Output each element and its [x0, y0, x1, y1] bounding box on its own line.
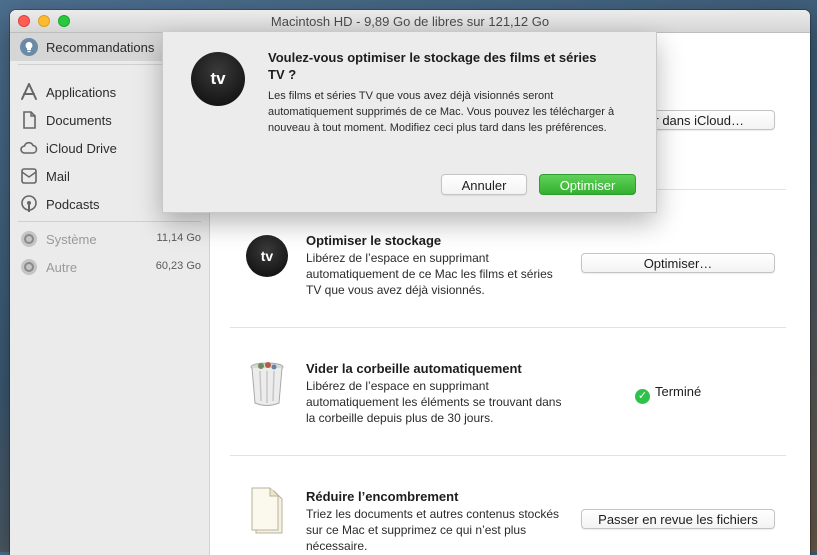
trash-icon — [246, 361, 288, 406]
apple-tv-icon: tv — [191, 52, 245, 106]
podcast-icon — [19, 194, 39, 214]
section-divider — [230, 455, 786, 456]
gear-icon — [19, 257, 39, 277]
review-files-button[interactable]: Passer en revue les fichiers — [581, 509, 775, 529]
document-stack-icon — [248, 487, 290, 534]
sidebar-divider — [18, 221, 201, 222]
section-divider — [230, 327, 786, 328]
optimize-dialog: tv Voulez-vous optimiser le stockage des… — [162, 32, 657, 213]
dialog-title: Voulez-vous optimiser le stockage des fi… — [268, 50, 597, 82]
confirm-optimize-button[interactable]: Optimiser — [539, 174, 636, 195]
clutter-title: Réduire l’encombrement — [306, 489, 459, 504]
trash-description: Libérez de l’espace en supprimant automa… — [306, 379, 562, 425]
optimize-button[interactable]: Optimiser… — [581, 253, 775, 273]
trash-title: Vider la corbeille automatiquement — [306, 361, 522, 376]
lightbulb-icon — [19, 37, 39, 57]
optimize-description: Libérez de l’espace en supprimant automa… — [306, 251, 553, 297]
clutter-description: Triez les documents et autres contenus s… — [306, 507, 560, 553]
title-bar: Macintosh HD - 9,89 Go de libres sur 121… — [10, 10, 810, 33]
apple-tv-icon: tv — [246, 235, 288, 277]
sidebar-item-systeme: Système 11,14 Go — [10, 225, 209, 253]
sidebar-item-autre: Autre 60,23 Go — [10, 253, 209, 281]
apps-icon — [19, 82, 39, 102]
checkmark-icon: ✓ — [635, 389, 650, 404]
dialog-message: Les films et séries TV que vous avez déj… — [268, 90, 615, 134]
trash-status: ✓ Terminé — [635, 384, 701, 404]
window-title: Macintosh HD - 9,89 Go de libres sur 121… — [270, 14, 550, 29]
gear-icon — [19, 229, 39, 249]
trash-status-label: Terminé — [655, 384, 702, 399]
cloud-icon — [19, 138, 39, 158]
optimize-title: Optimiser le stockage — [306, 233, 442, 248]
cancel-button[interactable]: Annuler — [441, 174, 527, 195]
mail-icon — [19, 166, 39, 186]
document-icon — [19, 110, 39, 130]
